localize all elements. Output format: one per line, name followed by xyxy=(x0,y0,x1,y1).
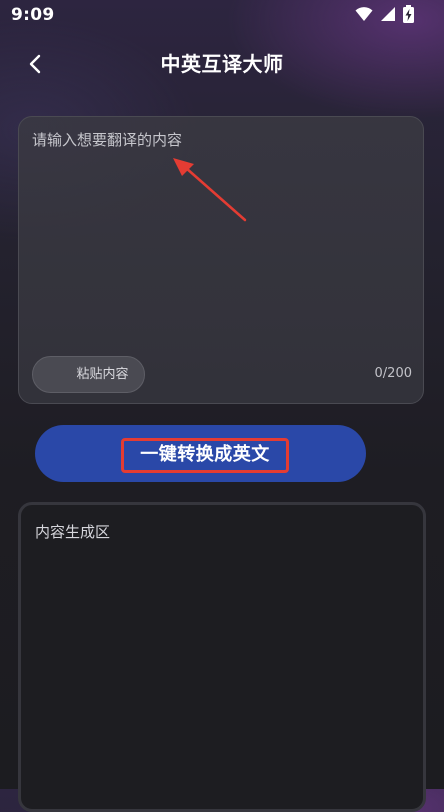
page-title: 中英互译大师 xyxy=(160,52,284,76)
status-time: 9:09 xyxy=(11,5,55,25)
convert-button-label: 一键转换成英文 xyxy=(140,444,270,465)
status-icons xyxy=(355,5,414,23)
output-area[interactable]: 内容生成区 xyxy=(18,502,426,812)
char-counter: 0/200 xyxy=(374,366,412,381)
paste-button-label: 粘贴内容 xyxy=(76,367,129,382)
status-bar: 9:09 xyxy=(0,0,444,30)
wifi-icon xyxy=(355,7,373,21)
paste-button[interactable]: 粘贴内容 xyxy=(32,356,145,393)
battery-charging-icon xyxy=(403,5,414,23)
signal-icon xyxy=(381,7,395,21)
annotation-arrow-icon xyxy=(173,158,247,222)
output-placeholder: 内容生成区 xyxy=(35,523,111,541)
